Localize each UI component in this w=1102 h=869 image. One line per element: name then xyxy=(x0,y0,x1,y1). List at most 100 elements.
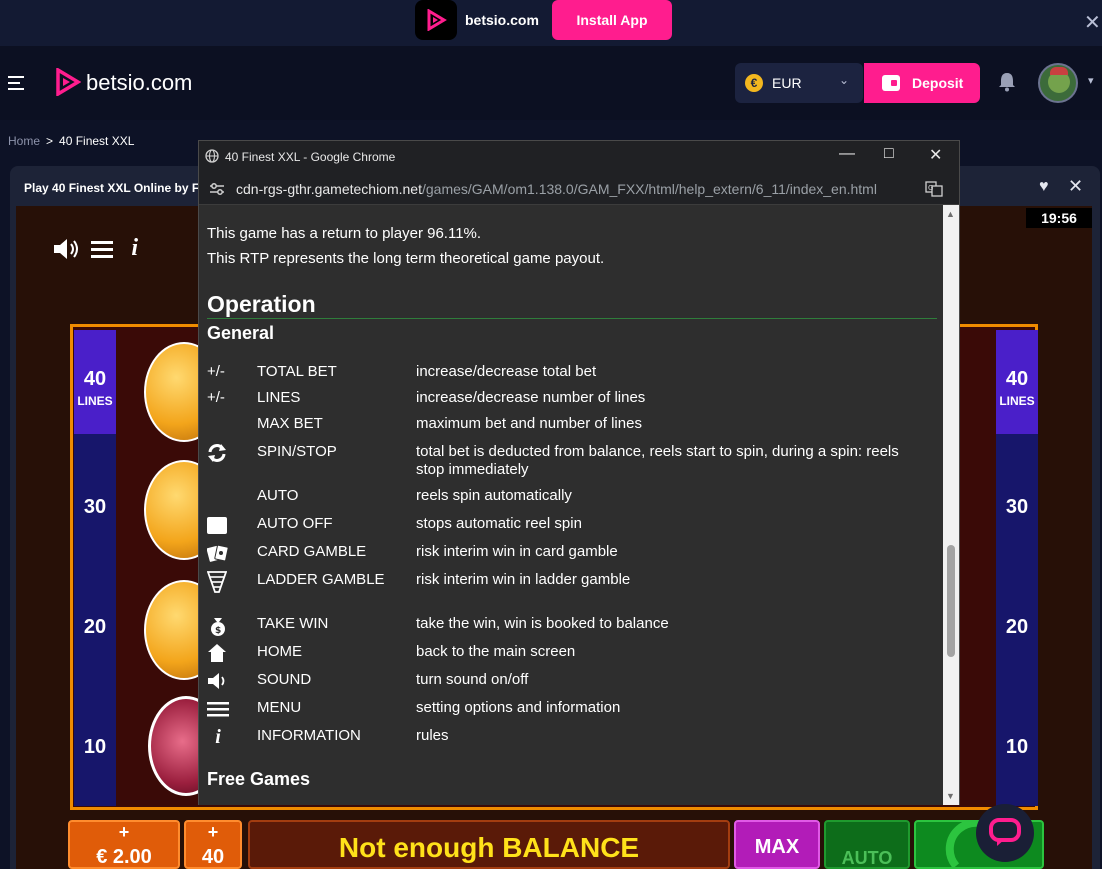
breadcrumb: Home >40 Finest XXL xyxy=(8,134,134,148)
avatar[interactable] xyxy=(1038,63,1078,103)
close-icon[interactable]: ✕ xyxy=(929,145,942,165)
install-app-button[interactable]: Install App xyxy=(552,0,672,40)
rtp-text: This game has a return to player 96.11%. xyxy=(207,225,482,242)
row-desc: setting options and information xyxy=(416,699,621,716)
row-name: AUTO OFF xyxy=(257,515,333,532)
lines-indicator-right: 40 LINES 30 20 10 xyxy=(996,330,1038,806)
address-bar[interactable]: cdn-rgs-gthr.gametechiom.net/games/GAM/o… xyxy=(199,173,959,205)
speaker-icon[interactable] xyxy=(52,236,82,262)
auto-button[interactable]: AUTO xyxy=(824,820,910,869)
lines-label: LINES xyxy=(999,394,1035,408)
currency-selector[interactable]: € EUR ⌄ xyxy=(735,63,863,103)
help-popup-window: 40 Finest XXL - Google Chrome — □ ✕ cdn-… xyxy=(198,140,960,805)
breadcrumb-separator: > xyxy=(46,134,54,148)
game-clock: 19:56 xyxy=(1026,208,1092,228)
heading-divider xyxy=(207,318,937,319)
lines-count: 40 xyxy=(83,368,107,390)
row-name: AUTO xyxy=(257,487,299,504)
lines-value: 40 xyxy=(201,846,225,868)
home-icon xyxy=(207,643,229,663)
line-label-30: 30 xyxy=(83,496,107,518)
site-brand[interactable]: betsio.com xyxy=(86,70,192,96)
minimize-icon[interactable]: — xyxy=(839,145,855,163)
row-desc: increase/decrease total bet xyxy=(416,363,597,380)
bet-value: € 2.00 xyxy=(96,846,152,868)
svg-text:$: $ xyxy=(215,626,221,636)
row-desc: rules xyxy=(416,727,449,744)
game-top-icons: i xyxy=(52,234,138,262)
row-desc: increase/decrease number of lines xyxy=(416,389,646,406)
betsio-logo-icon xyxy=(415,0,457,40)
promo-banner: betsio.com Install App ✕ xyxy=(0,0,1102,46)
euro-coin-icon: € xyxy=(745,74,763,92)
promo-close-icon[interactable]: ✕ xyxy=(1084,10,1101,35)
lines-indicator-left: 40 LINES 30 20 10 xyxy=(74,330,116,806)
row-name: INFORMATION xyxy=(257,727,361,744)
row-desc: reels spin automatically xyxy=(416,487,572,504)
close-game-icon[interactable]: ✕ xyxy=(1068,176,1083,197)
operation-heading: Operation xyxy=(207,291,316,317)
row-name: CARD GAMBLE xyxy=(257,543,367,560)
line-label-30: 30 xyxy=(1005,496,1029,518)
row-name: TAKE WIN xyxy=(257,615,329,632)
general-heading: General xyxy=(207,323,275,343)
deposit-label: Deposit xyxy=(912,75,964,91)
row-desc: back to the main screen xyxy=(416,643,576,660)
balance-message-text: Not enough BALANCE xyxy=(338,832,640,863)
scroll-up-icon[interactable]: ▲ xyxy=(946,209,955,219)
currency-label: EUR xyxy=(772,75,802,91)
row-name: LADDER GAMBLE xyxy=(257,571,385,588)
svg-text:G: G xyxy=(928,184,933,192)
deposit-button[interactable]: Deposit xyxy=(864,63,980,103)
row-name: MAX BET xyxy=(257,415,323,432)
info-icon[interactable]: i xyxy=(131,235,138,261)
menu-icon[interactable] xyxy=(89,238,115,260)
line-label-10: 10 xyxy=(1005,736,1029,758)
wallet-icon xyxy=(882,75,900,91)
lines-button[interactable]: + 40 xyxy=(184,820,242,869)
support-chat-button[interactable] xyxy=(976,804,1034,862)
breadcrumb-home[interactable]: Home xyxy=(8,134,40,148)
hamburger-menu-icon[interactable] xyxy=(8,76,24,90)
ladder-icon xyxy=(206,571,229,593)
popup-titlebar[interactable]: 40 Finest XXL - Google Chrome — □ ✕ xyxy=(199,141,959,173)
max-label: MAX xyxy=(754,836,800,858)
row-name: HOME xyxy=(257,643,302,660)
lines-label: LINES xyxy=(77,394,113,408)
lines-count: 40 xyxy=(1005,368,1029,390)
translate-icon[interactable]: G xyxy=(925,181,943,202)
help-content[interactable]: This game has a return to player 96.11%.… xyxy=(199,205,943,805)
balance-message: Not enough BALANCE xyxy=(248,820,730,869)
free-games-heading: Free Games xyxy=(207,769,311,789)
maximize-icon[interactable]: □ xyxy=(884,145,894,163)
url-domain: cdn-rgs-gthr.gametechiom.net xyxy=(236,181,422,197)
row-name: TOTAL BET xyxy=(257,363,337,380)
total-bet-button[interactable]: + € 2.00 xyxy=(68,820,180,869)
scroll-down-icon[interactable]: ▼ xyxy=(946,791,955,801)
lines-plus-label: + xyxy=(207,822,219,842)
row-desc: maximum bet and number of lines xyxy=(416,415,642,432)
speaker-icon xyxy=(207,671,229,691)
row-desc: total bet is deducted from balance, reel… xyxy=(416,443,899,478)
site-info-icon[interactable] xyxy=(209,182,225,201)
rtp-description: This RTP represents the long term theore… xyxy=(207,250,605,267)
bell-icon[interactable] xyxy=(998,72,1016,97)
spin-icon xyxy=(207,443,229,463)
betsio-logo-icon[interactable] xyxy=(55,66,82,101)
popup-scrollbar[interactable]: ▲ ▼ xyxy=(943,205,959,805)
row-key: +/- xyxy=(207,363,225,380)
chevron-down-icon[interactable]: ▾ xyxy=(1088,74,1094,87)
max-bet-button[interactable]: MAX xyxy=(734,820,820,869)
row-desc: turn sound on/off xyxy=(416,671,529,688)
line-label-20: 20 xyxy=(1005,616,1029,638)
game-card-title: Play 40 Finest XXL Online by F xyxy=(24,181,200,195)
line-label-20: 20 xyxy=(83,616,107,638)
favorite-heart-icon[interactable]: ♥ xyxy=(1039,178,1049,196)
breadcrumb-current: 40 Finest XXL xyxy=(59,134,135,148)
globe-icon xyxy=(205,149,219,168)
url-text[interactable]: cdn-rgs-gthr.gametechiom.net/games/GAM/o… xyxy=(236,181,877,197)
row-desc: stops automatic reel spin xyxy=(416,515,582,532)
stop-square-icon xyxy=(207,515,229,535)
scroll-thumb[interactable] xyxy=(947,545,955,657)
auto-label: AUTO xyxy=(841,848,893,868)
